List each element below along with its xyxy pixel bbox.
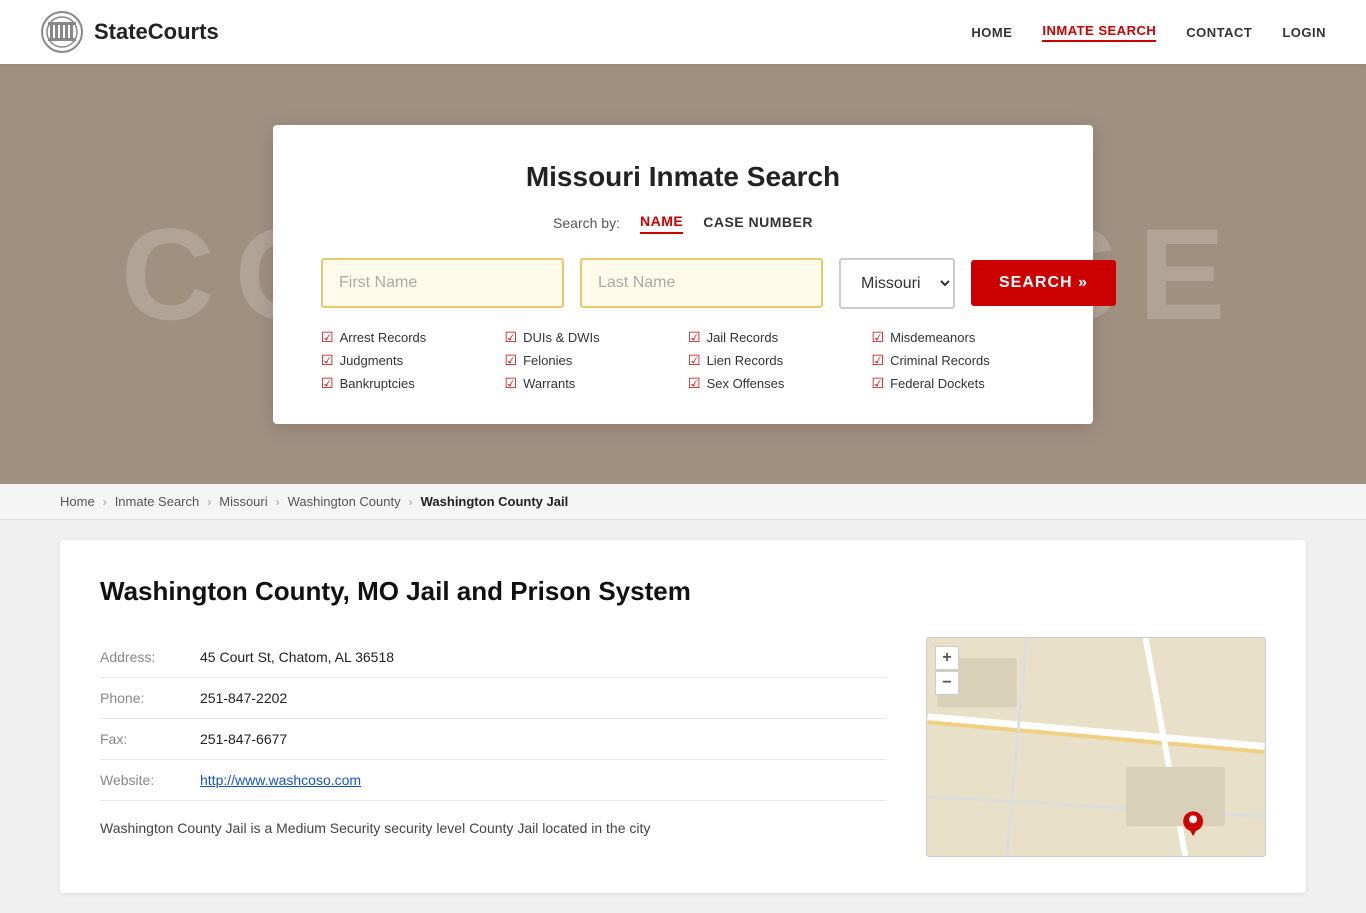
checkbox-icon: ☑ — [688, 352, 701, 369]
breadcrumb-current: Washington County Jail — [421, 494, 569, 509]
map-container: + − — [926, 637, 1266, 857]
check-item: ☑Misdemeanors — [872, 329, 1046, 346]
logo-text: StateCourts — [94, 19, 219, 45]
nav-contact[interactable]: CONTACT — [1186, 25, 1252, 40]
main-content: Washington County, MO Jail and Prison Sy… — [0, 520, 1366, 913]
checkbox-icon: ☑ — [872, 329, 885, 346]
breadcrumb-sep-2: › — [207, 495, 211, 509]
search-button[interactable]: SEARCH » — [971, 260, 1116, 306]
checkbox-icon: ☑ — [321, 352, 334, 369]
checks-grid: ☑Arrest Records ☑DUIs & DWIs ☑Jail Records… — [321, 329, 1045, 392]
check-item: ☑Warrants — [505, 375, 679, 392]
hero-section: COURTHOUSE Missouri Inmate Search Search… — [0, 64, 1366, 484]
info-row-phone: Phone: 251-847-2202 — [100, 678, 886, 719]
website-link[interactable]: http://www.washcoso.com — [200, 772, 361, 788]
check-item: ☑Federal Dockets — [872, 375, 1046, 392]
breadcrumb-sep-3: › — [276, 495, 280, 509]
checkbox-icon: ☑ — [872, 352, 885, 369]
description-text: Washington County Jail is a Medium Secur… — [100, 817, 886, 839]
checkbox-icon: ☑ — [505, 329, 518, 346]
tab-case-number[interactable]: CASE NUMBER — [703, 214, 813, 233]
check-item: ☑Criminal Records — [872, 352, 1046, 369]
content-card: Washington County, MO Jail and Prison Sy… — [60, 540, 1306, 893]
check-item: ☑Arrest Records — [321, 329, 495, 346]
breadcrumb: Home › Inmate Search › Missouri › Washin… — [0, 484, 1366, 520]
checkbox-icon: ☑ — [688, 329, 701, 346]
check-item: ☑Judgments — [321, 352, 495, 369]
check-item: ☑Jail Records — [688, 329, 862, 346]
phone-value: 251-847-2202 — [200, 690, 287, 706]
map-zoom-out[interactable]: − — [935, 671, 959, 695]
content-title: Washington County, MO Jail and Prison Sy… — [100, 576, 1266, 607]
search-card-title: Missouri Inmate Search — [321, 161, 1045, 193]
check-item: ☑Lien Records — [688, 352, 862, 369]
breadcrumb-sep-1: › — [103, 495, 107, 509]
info-row-website: Website: http://www.washcoso.com — [100, 760, 886, 801]
nav-inmate-search[interactable]: INMATE SEARCH — [1042, 23, 1156, 42]
website-label: Website: — [100, 772, 180, 788]
check-item: ☑Sex Offenses — [688, 375, 862, 392]
checkbox-icon: ☑ — [688, 375, 701, 392]
site-header: StateCourts HOME INMATE SEARCH CONTACT L… — [0, 0, 1366, 64]
info-table: Address: 45 Court St, Chatom, AL 36518 P… — [100, 637, 886, 857]
logo-icon — [40, 10, 84, 54]
map-zoom-in[interactable]: + — [935, 646, 959, 670]
breadcrumb-home[interactable]: Home — [60, 494, 95, 509]
fax-value: 251-847-6677 — [200, 731, 287, 747]
info-section: Address: 45 Court St, Chatom, AL 36518 P… — [100, 637, 1266, 857]
main-nav: HOME INMATE SEARCH CONTACT LOGIN — [971, 23, 1326, 42]
nav-home[interactable]: HOME — [971, 25, 1012, 40]
checkbox-icon: ☑ — [321, 329, 334, 346]
address-label: Address: — [100, 649, 180, 665]
info-row-fax: Fax: 251-847-6677 — [100, 719, 886, 760]
nav-login[interactable]: LOGIN — [1282, 25, 1326, 40]
search-by-label: Search by: — [553, 215, 620, 231]
breadcrumb-inmate-search[interactable]: Inmate Search — [115, 494, 200, 509]
check-item: ☑Felonies — [505, 352, 679, 369]
first-name-input[interactable] — [321, 258, 564, 308]
address-value: 45 Court St, Chatom, AL 36518 — [200, 649, 394, 665]
last-name-input[interactable] — [580, 258, 823, 308]
search-card: Missouri Inmate Search Search by: NAME C… — [273, 125, 1093, 424]
logo-area[interactable]: StateCourts — [40, 10, 219, 54]
search-inputs-row: Missouri SEARCH » — [321, 258, 1045, 309]
checkbox-icon: ☑ — [872, 375, 885, 392]
check-item: ☑DUIs & DWIs — [505, 329, 679, 346]
checkbox-icon: ☑ — [505, 352, 518, 369]
tab-name[interactable]: NAME — [640, 213, 683, 234]
map-controls: + − — [935, 646, 959, 695]
breadcrumb-missouri[interactable]: Missouri — [219, 494, 267, 509]
checkbox-icon: ☑ — [505, 375, 518, 392]
phone-label: Phone: — [100, 690, 180, 706]
breadcrumb-washington-county[interactable]: Washington County — [288, 494, 401, 509]
checkbox-icon: ☑ — [321, 375, 334, 392]
fax-label: Fax: — [100, 731, 180, 747]
info-row-address: Address: 45 Court St, Chatom, AL 36518 — [100, 637, 886, 678]
breadcrumb-sep-4: › — [409, 495, 413, 509]
map-svg — [927, 638, 1265, 856]
search-by-row: Search by: NAME CASE NUMBER — [321, 213, 1045, 234]
state-select[interactable]: Missouri — [839, 258, 955, 309]
check-item: ☑Bankruptcies — [321, 375, 495, 392]
